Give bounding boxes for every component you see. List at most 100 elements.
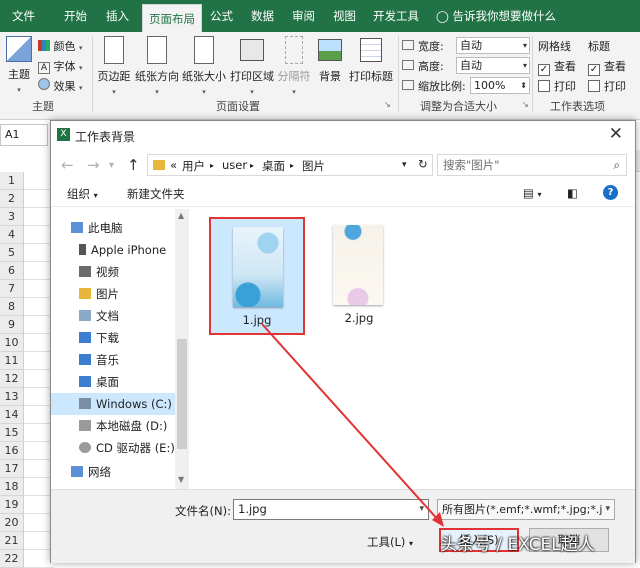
row-header[interactable]: 15 — [0, 424, 24, 442]
nav-item-local-disk-d[interactable]: 本地磁盘 (D:) — [51, 415, 175, 437]
scale-launcher-icon[interactable]: ↘ — [522, 100, 529, 109]
chevron-down-icon[interactable]: ▾ — [109, 160, 114, 171]
nav-item-cd-drive-e[interactable]: CD 驱动器 (E:) — [51, 437, 175, 459]
scale-spinner[interactable]: 100% ⬍ — [470, 77, 530, 94]
new-folder-button[interactable]: 新建文件夹 — [127, 186, 185, 202]
themes-button[interactable]: 主题 ▾ — [4, 36, 34, 95]
breaks-label: 分隔符 — [277, 70, 311, 83]
row-header[interactable]: 12 — [0, 370, 24, 388]
close-icon[interactable]: ✕ — [609, 124, 623, 144]
forward-arrow-icon[interactable]: → — [87, 156, 100, 174]
nav-item-this-pc[interactable]: 此电脑 — [51, 217, 175, 239]
path-box[interactable]: « 用户 ▸ user ▸ 桌面 ▸ 图片 ▾ ↻ — [147, 154, 433, 176]
row-header[interactable]: 10 — [0, 334, 24, 352]
tab-file[interactable]: 文件 — [12, 0, 35, 32]
tab-developer[interactable]: 开发工具 — [373, 0, 419, 32]
row-header[interactable]: 16 — [0, 442, 24, 460]
file-item-1[interactable]: 1.jpg — [209, 217, 305, 335]
gridlines-view-label: 查看 — [554, 60, 576, 73]
breadcrumb-item[interactable]: 用户 — [182, 158, 205, 174]
headings-print-checkbox[interactable]: 打印 — [588, 78, 626, 94]
row-header[interactable]: 8 — [0, 298, 24, 316]
height-label: 高度: — [418, 60, 444, 73]
tab-view[interactable]: 视图 — [333, 0, 356, 32]
group-divider — [532, 36, 533, 112]
tab-formulas[interactable]: 公式 — [210, 0, 233, 32]
gridlines-view-checkbox[interactable]: ✓ 查看 — [538, 58, 576, 76]
background-button[interactable]: 背景 — [314, 36, 346, 84]
nav-scrollbar[interactable]: ▲ ▼ — [175, 209, 189, 489]
tab-insert[interactable]: 插入 — [106, 0, 129, 32]
breadcrumb-item[interactable]: 桌面 — [262, 158, 285, 174]
nav-item-pictures[interactable]: 图片 — [51, 283, 175, 305]
nav-item-downloads[interactable]: 下载 — [51, 327, 175, 349]
nav-item-network[interactable]: 网络 — [51, 463, 175, 481]
print-titles-button[interactable]: 打印标题 — [348, 36, 394, 84]
row-header[interactable]: 14 — [0, 406, 24, 424]
filename-input[interactable]: 1.jpg ▾ — [233, 499, 429, 520]
nav-item-iphone[interactable]: Apple iPhone — [51, 239, 175, 261]
name-box[interactable]: A1 — [0, 124, 48, 146]
row-header[interactable]: 20 — [0, 514, 24, 532]
scroll-up-icon[interactable]: ▲ — [178, 211, 184, 220]
margins-button[interactable]: 页边距 ▾ — [94, 36, 134, 97]
row-header[interactable]: 19 — [0, 496, 24, 514]
fonts-button[interactable]: A 字体 ▾ — [38, 58, 83, 74]
row-header[interactable]: 1 — [0, 172, 24, 190]
row-header[interactable]: 11 — [0, 352, 24, 370]
gridlines-print-checkbox[interactable]: 打印 — [538, 78, 576, 94]
colors-button[interactable]: 颜色 ▾ — [38, 38, 83, 54]
effects-button[interactable]: 效果 ▾ — [38, 78, 83, 94]
page-setup-launcher-icon[interactable]: ↘ — [384, 100, 391, 109]
tab-home[interactable]: 开始 — [64, 0, 87, 32]
view-options-icon[interactable]: ▤ ▾ — [523, 186, 542, 200]
tab-page-layout[interactable]: 页面布局 — [142, 4, 202, 32]
nav-item-music[interactable]: 音乐 — [51, 349, 175, 371]
chevron-down-icon[interactable]: ▾ — [419, 500, 424, 519]
up-arrow-icon[interactable]: ↑ — [127, 156, 140, 174]
desktop-folder-icon — [79, 376, 91, 387]
row-header[interactable]: 17 — [0, 460, 24, 478]
row-header[interactable]: 22 — [0, 550, 24, 568]
height-select[interactable]: 自动 ▾ — [456, 57, 530, 74]
nav-item-documents[interactable]: 文档 — [51, 305, 175, 327]
width-select[interactable]: 自动 ▾ — [456, 37, 530, 54]
nav-item-videos[interactable]: 视频 — [51, 261, 175, 283]
orientation-button[interactable]: 纸张方向 ▾ — [134, 36, 180, 97]
file-item-2[interactable]: 2.jpg — [311, 217, 407, 335]
preview-pane-icon[interactable]: ◧ — [567, 186, 578, 200]
row-header[interactable]: 3 — [0, 208, 24, 226]
tab-data[interactable]: 数据 — [251, 0, 274, 32]
row-header[interactable]: 5 — [0, 244, 24, 262]
printer-icon — [240, 39, 264, 61]
scroll-down-icon[interactable]: ▼ — [178, 475, 184, 484]
row-header[interactable]: 6 — [0, 262, 24, 280]
row-header[interactable]: 2 — [0, 190, 24, 208]
breadcrumb-item[interactable]: 图片 — [302, 158, 325, 174]
chevron-down-icon[interactable]: ▾ — [402, 160, 407, 170]
nav-item-windows-c[interactable]: Windows (C:) — [51, 393, 175, 415]
tell-me-box[interactable]: ◯ 告诉我你想要做什么 — [436, 0, 556, 32]
row-header[interactable]: 21 — [0, 532, 24, 550]
nav-item-desktop[interactable]: 桌面 — [51, 371, 175, 393]
breadcrumb-item[interactable]: user — [222, 158, 247, 172]
search-input[interactable]: 搜索"图片" ⌕ — [437, 154, 627, 176]
organize-button[interactable]: 组织 ▾ — [67, 186, 98, 202]
back-arrow-icon[interactable]: ← — [61, 156, 74, 174]
help-icon[interactable]: ? — [603, 185, 618, 200]
row-header[interactable]: 13 — [0, 388, 24, 406]
row-header[interactable]: 7 — [0, 280, 24, 298]
row-header[interactable]: 18 — [0, 478, 24, 496]
row-header[interactable]: 4 — [0, 226, 24, 244]
headings-view-checkbox[interactable]: ✓ 查看 — [588, 58, 626, 76]
size-button[interactable]: 纸张大小 ▾ — [180, 36, 228, 97]
row-header[interactable]: 9 — [0, 316, 24, 334]
refresh-icon[interactable]: ↻ — [418, 157, 428, 171]
print-area-button[interactable]: 打印区域 ▾ — [228, 36, 276, 97]
watermark: 头条号 / EXCEL超人 — [440, 535, 595, 555]
file-type-filter[interactable]: 所有图片(*.emf;*.wmf;*.jpg;*.jp ▾ — [437, 499, 615, 520]
scrollbar-thumb[interactable] — [177, 339, 187, 449]
tab-review[interactable]: 审阅 — [292, 0, 315, 32]
tools-button[interactable]: 工具(L) ▾ — [367, 534, 413, 550]
breaks-button[interactable]: 分隔符 ▾ — [276, 36, 312, 97]
